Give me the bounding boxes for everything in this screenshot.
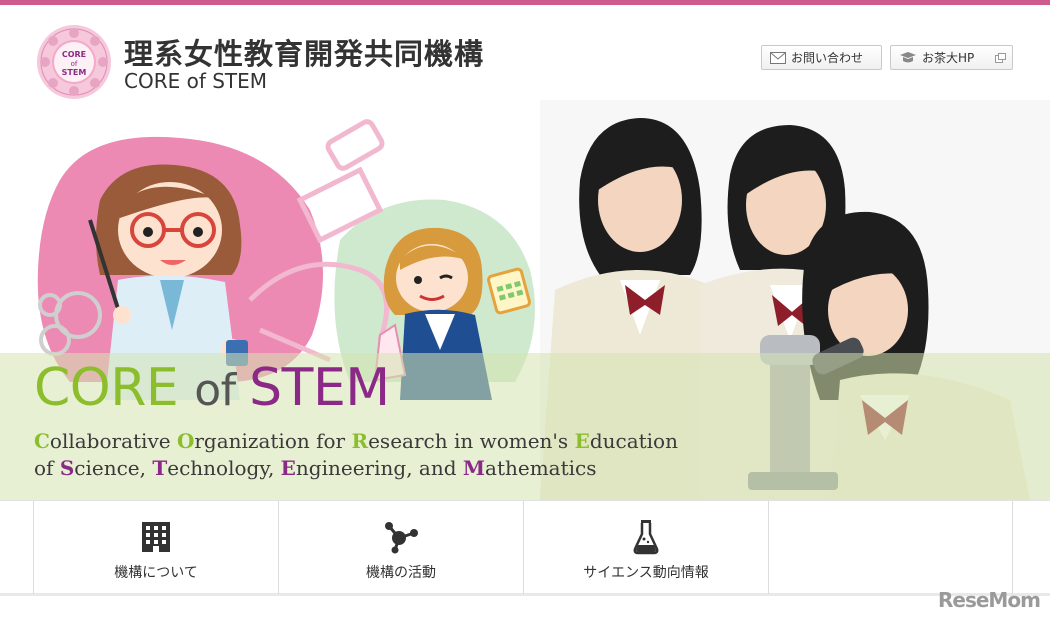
subtitle-initial: O xyxy=(176,429,195,453)
subtitle-initial: R xyxy=(351,429,369,453)
subtitle-word: esearch in women's xyxy=(368,429,575,453)
subtitle-word: echnology, xyxy=(167,456,281,480)
hero-title-stem: STEM xyxy=(249,358,390,418)
subtitle-word: athematics xyxy=(485,456,597,480)
nav-item-label: 機構について xyxy=(114,565,198,581)
core-of-stem-logo[interactable]: CORE of STEM xyxy=(36,24,112,100)
subtitle-word: ngineering, and xyxy=(295,456,463,480)
nav-item-empty[interactable] xyxy=(768,501,1013,594)
subtitle-word: ollaborative xyxy=(49,429,177,453)
subtitle-word: ducation xyxy=(589,429,678,453)
mortarboard-icon xyxy=(899,51,917,64)
subtitle-word: rganization for xyxy=(194,429,352,453)
ochadai-hp-button[interactable]: お茶大HP xyxy=(890,45,1013,70)
nav-item-science-trends[interactable]: サイエンス動向情報 xyxy=(523,501,768,594)
building-icon xyxy=(141,519,171,555)
subtitle-word: of xyxy=(34,456,60,480)
flask-icon xyxy=(633,519,659,555)
site-header: CORE of STEM 理系女性教育開発共同機構 CORE of STEM お… xyxy=(0,5,1050,100)
hero-subtitle-line2: of Science, Technology, Engineering, and… xyxy=(34,456,596,480)
contact-label: お問い合わせ xyxy=(791,51,864,65)
svg-text:of: of xyxy=(71,60,78,68)
hero-title-core: CORE xyxy=(34,358,195,418)
main-nav: 機構について 機構の活動 サイエンス動向情報 xyxy=(0,500,1050,596)
site-title-jp[interactable]: 理系女性教育開発共同機構 xyxy=(124,31,484,73)
subtitle-initial: C xyxy=(34,429,50,453)
svg-text:STEM: STEM xyxy=(62,68,87,77)
hero-title-of: of xyxy=(194,365,250,416)
resemom-watermark: ReseMom xyxy=(938,588,1041,612)
subtitle-initial: T xyxy=(152,456,168,480)
nav-item-label: 機構の活動 xyxy=(366,565,436,581)
hero-banner: CORE of STEM Collaborative Organization … xyxy=(0,100,1050,500)
hero-title: CORE of STEM xyxy=(34,358,390,418)
external-link-icon xyxy=(995,52,1006,66)
nav-item-activities[interactable]: 機構の活動 xyxy=(278,501,523,594)
subtitle-initial: S xyxy=(59,456,75,480)
mail-icon xyxy=(770,51,786,64)
hp-label: お茶大HP xyxy=(922,51,975,65)
subtitle-initial: E xyxy=(280,456,296,480)
contact-button[interactable]: お問い合わせ xyxy=(761,45,882,70)
nav-item-about[interactable]: 機構について xyxy=(33,501,278,594)
subtitle-initial: E xyxy=(574,429,590,453)
nav-item-label: サイエンス動向情報 xyxy=(583,565,709,581)
site-title-en[interactable]: CORE of STEM xyxy=(124,69,267,93)
subtitle-word: cience, xyxy=(74,456,153,480)
hero-subtitle-line1: Collaborative Organization for Research … xyxy=(34,429,678,453)
subtitle-initial: M xyxy=(462,456,486,480)
molecule-icon xyxy=(383,519,419,555)
svg-text:CORE: CORE xyxy=(62,50,86,59)
